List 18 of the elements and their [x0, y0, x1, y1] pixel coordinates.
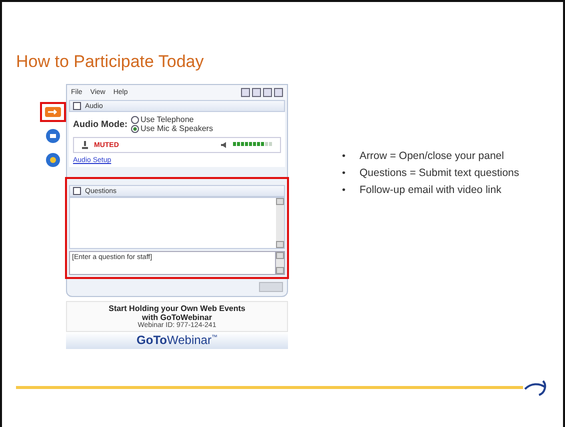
radio-option[interactable]: Use Telephone [130, 115, 213, 124]
promo-headline: Start Holding your Own Web Events with GoToWebinar [108, 304, 246, 322]
bullet-item: Arrow = Open/close your panel [360, 150, 505, 163]
microphone-icon [82, 141, 88, 149]
bullet-item: Questions = Submit text questions [360, 167, 520, 180]
bullet-item: Follow-up email with video link [360, 184, 502, 197]
scrollbar[interactable] [275, 251, 285, 275]
hand-icon[interactable] [46, 153, 60, 167]
scrollbar[interactable] [276, 198, 284, 248]
radio-option[interactable]: Use Mic & Speakers [130, 124, 213, 133]
speaker-icon [221, 142, 228, 148]
screen-icon[interactable] [46, 129, 60, 143]
slide-title: How to Participate Today [16, 52, 205, 72]
bullet-marker: • [342, 150, 346, 163]
audio-mode-label: Audio Mode: [73, 119, 128, 129]
bullet-marker: • [342, 184, 346, 197]
bullet-marker: • [342, 167, 346, 180]
brand-logo: GoToWebinar$^{™}$ [66, 332, 288, 349]
